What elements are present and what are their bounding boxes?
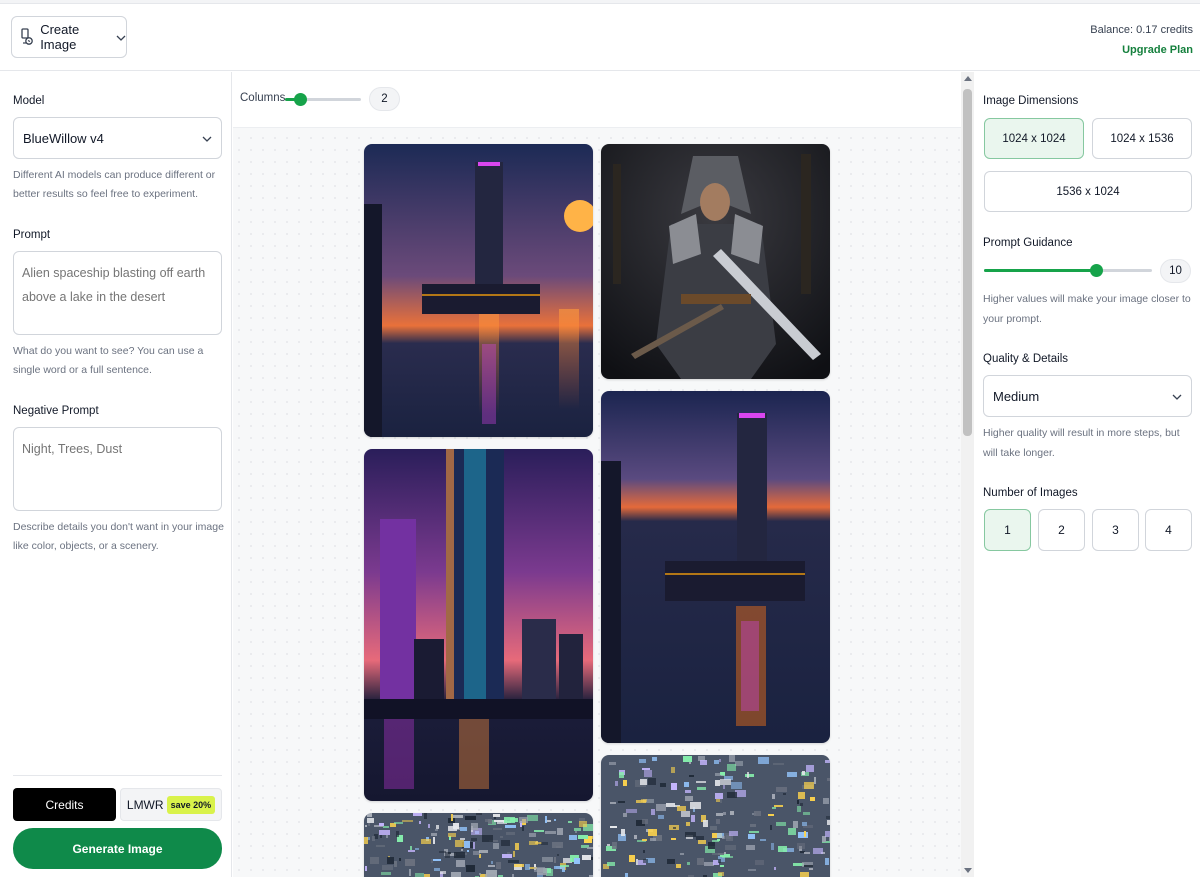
dimension-option-1024x1024[interactable]: 1024 x 1024: [984, 118, 1084, 159]
prompt-guidance-help-text: Higher values will make your image close…: [983, 293, 1191, 325]
chevron-down-icon: [116, 30, 126, 45]
app-header: Create Image Balance: 0.17 credits Upgra…: [0, 4, 1200, 71]
gallery-image-neon-skyscrapers[interactable]: [364, 449, 593, 801]
num-images-option-2[interactable]: 2: [1038, 509, 1085, 551]
negative-prompt-input[interactable]: [13, 427, 222, 511]
image-mode-icon: [20, 28, 34, 46]
panel-divider: [13, 775, 222, 776]
gallery-image-hooded-warrior[interactable]: [601, 144, 830, 379]
dimension-option-1536x1024[interactable]: 1536 x 1024: [984, 171, 1192, 212]
prompt-guidance-slider-thumb[interactable]: [1090, 264, 1103, 277]
quality-value: Medium: [993, 388, 1040, 404]
prompt-label: Prompt: [13, 229, 51, 241]
number-of-images-label: Number of Images: [983, 487, 1078, 499]
quality-select[interactable]: Medium: [983, 375, 1192, 417]
gallery-image-glitch-noise[interactable]: [364, 813, 593, 877]
prompt-guidance-slider[interactable]: [984, 264, 1152, 277]
gallery-scrollbar[interactable]: [961, 72, 974, 877]
prompt-guidance-value: 10: [1160, 259, 1191, 283]
prompt-field-wrap: [0, 251, 232, 335]
quality-details-label: Quality & Details: [983, 353, 1069, 365]
scrollbar-thumb[interactable]: [963, 89, 972, 436]
num-images-option-3[interactable]: 3: [1092, 509, 1139, 551]
model-value: BlueWillow v4: [23, 130, 104, 146]
image-gallery: Columns 2: [233, 72, 961, 877]
prompt-help-text: What do you want to see? You can use a s…: [13, 345, 204, 376]
columns-label: Columns: [240, 92, 286, 104]
pay-with-lmwr-button[interactable]: LMWR save 20%: [120, 788, 222, 821]
model-select[interactable]: BlueWillow v4: [13, 117, 222, 159]
upgrade-plan-link[interactable]: Upgrade Plan: [1090, 40, 1193, 60]
chevron-down-icon: [202, 131, 212, 146]
mode-label: Create Image: [40, 22, 80, 52]
model-help-text: Different AI models can produce differen…: [13, 169, 216, 200]
columns-value: 2: [369, 87, 400, 111]
lmwr-label: LMWR: [126, 797, 164, 812]
num-images-option-4[interactable]: 4: [1145, 509, 1192, 551]
scroll-up-arrow-icon[interactable]: [964, 76, 972, 81]
image-dimensions-label: Image Dimensions: [983, 95, 1079, 107]
save-badge: save 20%: [166, 795, 216, 814]
left-settings-panel: Model BlueWillow v4 Different AI models …: [0, 72, 232, 877]
generate-image-button[interactable]: Generate Image: [13, 828, 222, 869]
right-settings-panel: Image Dimensions 1024 x 1024 1024 x 1536…: [975, 72, 1200, 877]
prompt-input[interactable]: [13, 251, 222, 335]
chevron-down-icon: [1172, 389, 1182, 404]
gallery-image-sunset-tower-2[interactable]: [601, 391, 830, 743]
scroll-down-arrow-icon[interactable]: [964, 868, 972, 873]
gallery-image-sunset-tower[interactable]: [364, 144, 593, 437]
balance-area: Balance: 0.17 credits Upgrade Plan: [1090, 20, 1193, 60]
model-label: Model: [13, 95, 45, 107]
negative-prompt-help-text: Describe details you don't want in your …: [13, 521, 224, 552]
gallery-image-glitch-noise-2[interactable]: [601, 755, 830, 877]
prompt-guidance-slider-fill: [984, 269, 1096, 272]
columns-slider-thumb[interactable]: [294, 93, 308, 106]
payment-method-toggle: Credits LMWR save 20%: [13, 788, 222, 821]
columns-slider[interactable]: [285, 93, 361, 106]
prompt-guidance-label: Prompt Guidance: [983, 237, 1073, 249]
balance-text: Balance: 0.17 credits: [1090, 24, 1193, 36]
num-images-option-1[interactable]: 1: [984, 509, 1031, 551]
create-image-mode-button[interactable]: Create Image: [11, 16, 127, 58]
quality-help-text: Higher quality will result in more steps…: [983, 427, 1180, 459]
dimension-option-1024x1536[interactable]: 1024 x 1536: [1092, 118, 1192, 159]
columns-toolbar: Columns 2: [233, 72, 961, 128]
pay-with-credits-button[interactable]: Credits: [13, 788, 116, 821]
negative-prompt-label: Negative Prompt: [13, 405, 99, 417]
negative-prompt-field-wrap: [0, 427, 232, 511]
